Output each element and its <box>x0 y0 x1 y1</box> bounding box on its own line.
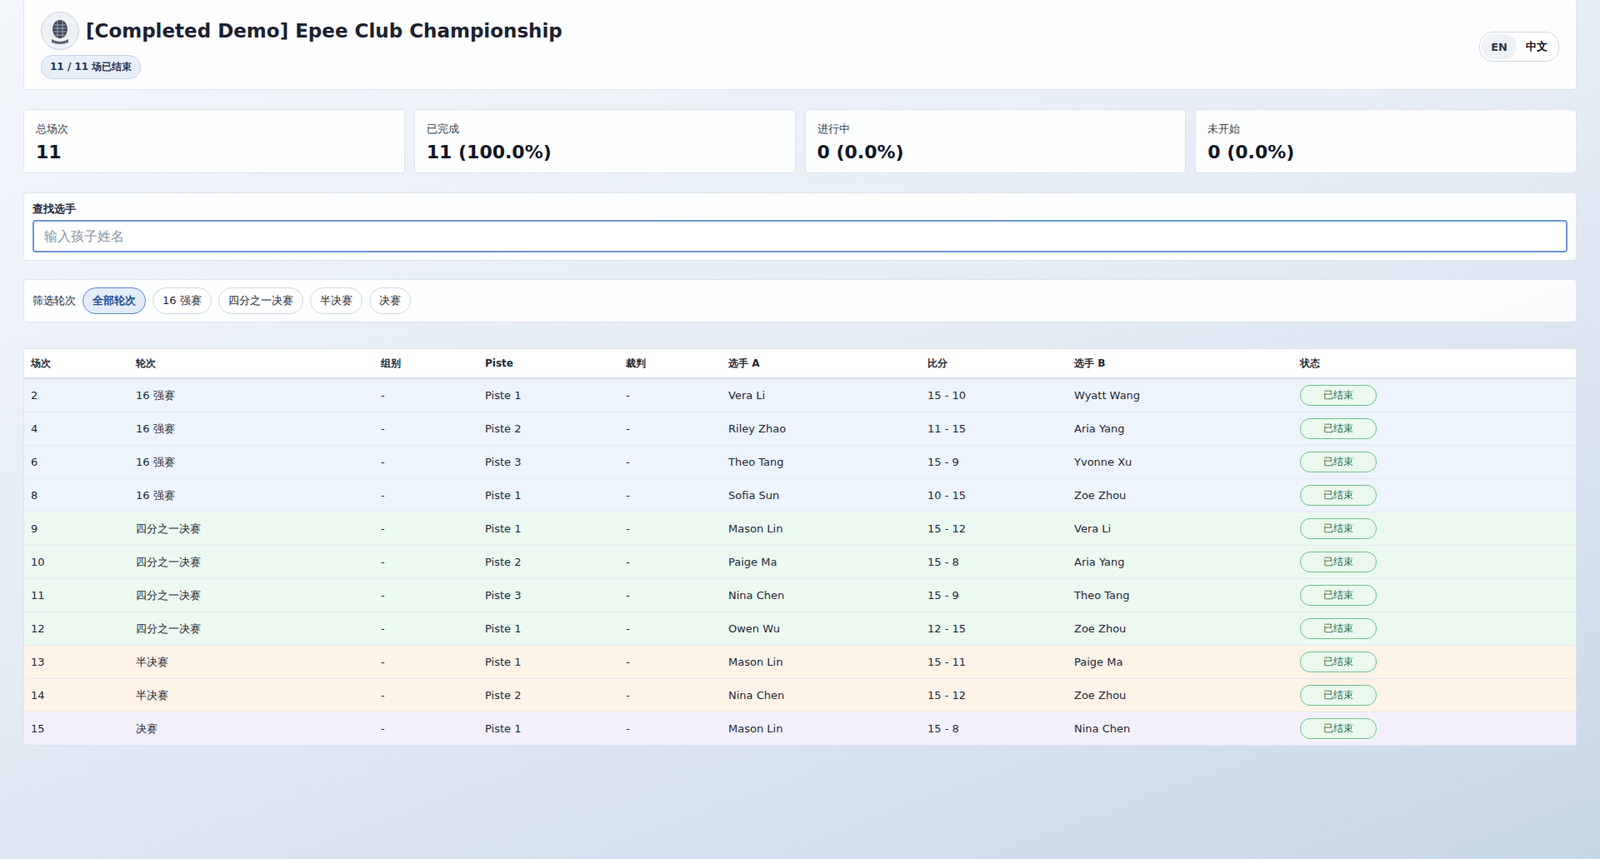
status-pill: 已结束 <box>1300 551 1377 573</box>
status-pill: 已结束 <box>1300 451 1377 473</box>
language-button[interactable]: EN <box>1481 34 1517 60</box>
stat-card: 进行中0 (0.0%) <box>805 109 1187 174</box>
table-row[interactable]: 15决赛-Piste 1-Mason Lin15 - 8Nina Chen已结束 <box>24 712 1576 745</box>
column-header: Piste <box>478 357 620 370</box>
status-pill: 已结束 <box>1300 585 1377 606</box>
status-pill: 已结束 <box>1300 718 1377 740</box>
stats: 总场次11已完成11 (100.0%)进行中0 (0.0%)未开始0 (0.0%… <box>23 109 1577 174</box>
column-header: 场次 <box>24 356 130 371</box>
filter-chip[interactable]: 半决赛 <box>310 287 363 315</box>
page-title: [Completed Demo] Epee Club Championship <box>85 20 563 42</box>
table-row[interactable]: 9四分之一决赛-Piste 1-Mason Lin15 - 12Vera Li已… <box>24 512 1576 546</box>
search-input[interactable] <box>32 220 1568 253</box>
status-pill: 已结束 <box>1300 385 1377 406</box>
column-header: 选手 A <box>721 356 921 371</box>
language-toggle: EN中文 <box>1479 31 1560 62</box>
status-pill: 已结束 <box>1300 651 1377 673</box>
table-row[interactable]: 416 强赛-Piste 2-Riley Zhao11 - 15Aria Yan… <box>24 412 1576 446</box>
match-table: 场次轮次组别Piste裁判选手 A比分选手 B状态216 强赛-Piste 1-… <box>23 348 1577 746</box>
round-filter: 筛选轮次全部轮次16 强赛四分之一决赛半决赛决赛 <box>23 279 1577 323</box>
table-row[interactable]: 13半决赛-Piste 1-Mason Lin15 - 11Paige Ma已结… <box>24 645 1576 680</box>
stat-card: 已完成11 (100.0%) <box>414 109 796 174</box>
language-button[interactable]: 中文 <box>1516 34 1557 60</box>
header: [Completed Demo] Epee Club Championship 1… <box>23 0 1577 90</box>
column-header: 比分 <box>920 356 1068 371</box>
status-pill: 已结束 <box>1300 685 1377 706</box>
filter-chip[interactable]: 全部轮次 <box>82 287 146 315</box>
progress-badge: 11 / 11 场已结束 <box>40 55 141 80</box>
filter-chip[interactable]: 决赛 <box>369 287 411 315</box>
search-label: 查找选手 <box>32 201 1568 217</box>
table-row[interactable]: 12四分之一决赛-Piste 1-Owen Wu12 - 15Zoe Zhou已… <box>24 612 1576 646</box>
table-row[interactable]: 216 强赛-Piste 1-Vera Li15 - 10Wyatt Wang已… <box>24 379 1576 413</box>
table-row[interactable]: 616 强赛-Piste 3-Theo Tang15 - 9Yvonne Xu已… <box>24 445 1576 480</box>
table-row[interactable]: 816 强赛-Piste 1-Sofia Sun10 - 15Zoe Zhou已… <box>24 479 1576 513</box>
column-header: 裁判 <box>619 356 722 371</box>
status-pill: 已结束 <box>1300 485 1377 506</box>
status-pill: 已结束 <box>1300 518 1377 540</box>
filter-chip[interactable]: 16 强赛 <box>152 287 212 315</box>
page: [Completed Demo] Epee Club Championship 1… <box>0 0 1600 859</box>
table-row[interactable]: 10四分之一决赛-Piste 2-Paige Ma15 - 8Aria Yang… <box>24 545 1576 580</box>
table-row[interactable]: 14半决赛-Piste 2-Nina Chen15 - 12Zoe Zhou已结… <box>24 679 1576 713</box>
stat-card: 总场次11 <box>23 109 405 174</box>
table-row[interactable]: 11四分之一决赛-Piste 3-Nina Chen15 - 9Theo Tan… <box>24 579 1576 613</box>
column-header: 轮次 <box>129 356 375 371</box>
column-header: 状态 <box>1293 356 1576 371</box>
column-header: 组别 <box>374 356 479 371</box>
status-pill: 已结束 <box>1300 418 1377 440</box>
fencer-mask-icon <box>40 11 80 50</box>
search-panel: 查找选手 <box>23 192 1577 261</box>
filter-chip[interactable]: 四分之一决赛 <box>218 287 304 315</box>
stat-card: 未开始0 (0.0%) <box>1195 109 1577 174</box>
status-pill: 已结束 <box>1300 618 1377 640</box>
table-header: 场次轮次组别Piste裁判选手 A比分选手 B状态 <box>24 349 1576 380</box>
column-header: 选手 B <box>1067 356 1294 371</box>
